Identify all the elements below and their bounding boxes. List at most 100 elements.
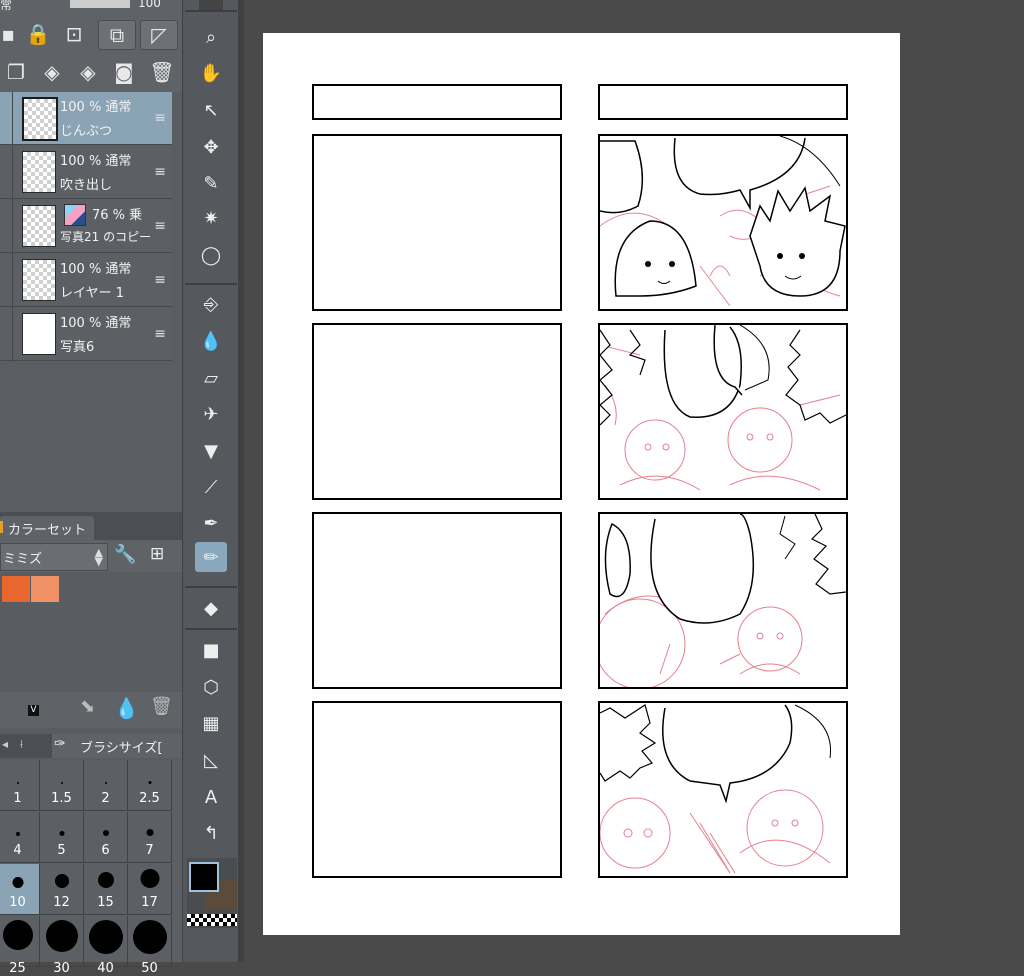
trash-icon[interactable]: 🗑 bbox=[148, 58, 176, 86]
operation-tool[interactable]: ↖ bbox=[195, 95, 227, 125]
layer-thumbnail bbox=[22, 151, 56, 193]
tab-color-set[interactable]: カラーセット bbox=[0, 516, 94, 540]
add-color-icon[interactable]: ⬊ bbox=[80, 696, 95, 717]
blend-mode-label[interactable]: 常 bbox=[0, 0, 12, 13]
layer-menu-icon[interactable]: ≡ bbox=[154, 326, 166, 342]
trash-icon[interactable]: 🗑 bbox=[150, 696, 173, 717]
brush-size-cell[interactable]: 7 bbox=[128, 812, 172, 863]
layer-menu-icon[interactable]: ≡ bbox=[154, 272, 166, 288]
color-set-settings-icon[interactable]: ⊞ bbox=[150, 544, 164, 564]
panel-frame[interactable] bbox=[312, 134, 562, 311]
auto-select-tool[interactable]: ✷ bbox=[195, 203, 227, 233]
layer-row-photo6[interactable]: 100 % 通常 写真6 ≡ bbox=[0, 308, 172, 361]
lock-transparent-icon[interactable]: ⊡ bbox=[60, 20, 88, 48]
lock-icon[interactable]: 🔒 bbox=[24, 20, 52, 48]
tab-icon-b[interactable]: ⟊ bbox=[20, 737, 23, 752]
brush-size-cell[interactable]: 15 bbox=[84, 864, 128, 915]
manuscript-page[interactable] bbox=[263, 33, 900, 935]
eraser-tool[interactable]: ▱ bbox=[195, 363, 227, 393]
layer-action-bar: ❐ ◈ ◈ ◙ 🗑 bbox=[0, 54, 182, 93]
color-swatch[interactable] bbox=[2, 576, 30, 602]
move-layer-tool[interactable]: ✥ bbox=[195, 132, 227, 162]
reference-layer-button[interactable]: ◸ bbox=[140, 20, 178, 50]
pen-tool[interactable]: ✒ bbox=[195, 508, 227, 538]
tool-top-partial bbox=[199, 0, 223, 10]
brush-size-preview bbox=[15, 832, 20, 836]
panel-frame[interactable] bbox=[312, 323, 562, 500]
layer-row-fukidashi[interactable]: 100 % 通常 吹き出し ≡ bbox=[0, 146, 172, 199]
brush-size-cell[interactable]: 2.5 bbox=[128, 760, 172, 811]
layer-menu-icon[interactable]: ≡ bbox=[154, 164, 166, 180]
mask-icon[interactable]: ◙ bbox=[110, 58, 138, 86]
figure-tool[interactable]: ⬡ bbox=[195, 672, 227, 702]
pin-icon[interactable]: ▪ bbox=[0, 20, 22, 48]
frame-border-tool[interactable]: ▦ bbox=[195, 708, 227, 738]
ruler-tool[interactable]: ◺ bbox=[195, 745, 227, 775]
brush-size-grid: 1 1.5 2 2.5 4 5 6 7 10 12 15 17 25 30 40 50 bbox=[0, 760, 182, 976]
zoom-tool[interactable]: ⌕ bbox=[195, 22, 227, 52]
wrench-icon[interactable]: 🔧 bbox=[114, 544, 136, 565]
brush-size-cell[interactable]: 17 bbox=[128, 864, 172, 915]
lasso-tool[interactable]: ◯ bbox=[195, 240, 227, 270]
layer-row-layer1[interactable]: 100 % 通常 レイヤー 1 ≡ bbox=[0, 254, 172, 307]
brush-size-preview bbox=[12, 877, 23, 888]
brush-size-cell[interactable]: 25 bbox=[0, 916, 40, 976]
add-drop-icon[interactable]: 💧 bbox=[114, 696, 139, 720]
brush-size-cell[interactable]: 4 bbox=[0, 812, 40, 863]
fill-tool[interactable]: ◆ bbox=[195, 593, 227, 623]
merge-down-icon[interactable]: ◈ bbox=[74, 58, 102, 86]
transfer-down-icon[interactable]: ◈ bbox=[38, 58, 66, 86]
brush-size-cell[interactable]: 2 bbox=[84, 760, 128, 811]
panel-frame[interactable] bbox=[312, 512, 562, 689]
tab-marker bbox=[0, 521, 3, 533]
tab-label: カラーセット bbox=[8, 523, 87, 538]
clip-layer-button[interactable]: ⧉ bbox=[98, 20, 136, 50]
hand-tool[interactable]: ✋ bbox=[195, 58, 227, 88]
panel-frame-sketch-2[interactable] bbox=[598, 323, 848, 500]
tab-brush-size[interactable]: ✑ ブラシサイズ[ bbox=[52, 734, 182, 758]
brush-size-cell[interactable]: 5 bbox=[40, 812, 84, 863]
color-set-header: ミミズ ▲ ▼ 🔧 ⊞ bbox=[0, 540, 182, 572]
color-set-select[interactable]: ミミズ ▲ ▼ bbox=[0, 543, 108, 571]
brush-size-cell[interactable]: 30 bbox=[40, 916, 84, 976]
main-color-swatch[interactable] bbox=[189, 862, 219, 892]
gradient-tool[interactable]: ■ bbox=[195, 635, 227, 665]
blend-tool[interactable]: 💧 bbox=[195, 326, 227, 356]
panel-frame[interactable] bbox=[312, 701, 562, 878]
title-frame-right[interactable] bbox=[598, 84, 848, 120]
marker-tool[interactable]: ▼ bbox=[195, 436, 227, 466]
brush-size-preview bbox=[16, 782, 19, 784]
tab-icon-a[interactable]: ◂ bbox=[2, 737, 8, 751]
panel-frame-sketch-4[interactable] bbox=[598, 701, 848, 878]
panel-splitter[interactable] bbox=[238, 0, 244, 962]
brush-size-cell[interactable]: 50 bbox=[128, 916, 172, 976]
airbrush-tool[interactable]: ✈ bbox=[195, 399, 227, 429]
panel-frame-sketch-1[interactable] bbox=[598, 134, 848, 311]
panel-artwork bbox=[600, 136, 846, 307]
layer-name: レイヤー 1 bbox=[60, 286, 125, 301]
brush-tool[interactable]: ⟋ bbox=[195, 472, 227, 502]
balloon-tool[interactable]: ↰ bbox=[195, 818, 227, 848]
transparent-color-swatch[interactable] bbox=[187, 914, 237, 926]
layer-row-photo21-copy[interactable]: 76 % 乗 写真21 のコピー ≡ bbox=[0, 200, 172, 253]
text-tool[interactable]: A bbox=[195, 782, 227, 812]
brush-size-cell[interactable]: 1.5 bbox=[40, 760, 84, 811]
pencil-tool[interactable]: ✏ bbox=[195, 542, 227, 572]
opacity-value[interactable]: 100 bbox=[138, 0, 161, 10]
brush-size-cell[interactable]: 6 bbox=[84, 812, 128, 863]
layer-menu-icon[interactable]: ≡ bbox=[154, 218, 166, 234]
opacity-slider[interactable] bbox=[70, 0, 130, 8]
brush-size-cell[interactable]: 10 bbox=[0, 864, 40, 915]
new-layer-icon[interactable]: ❐ bbox=[2, 58, 30, 86]
layer-menu-icon[interactable]: ≡ bbox=[154, 110, 166, 126]
selection-pen-tool[interactable]: ✎ bbox=[195, 168, 227, 198]
layer-row-jinbutsu[interactable]: 100 % 通常 じんぶつ ≡ bbox=[0, 92, 172, 145]
brush-size-cell[interactable]: 40 bbox=[84, 916, 128, 976]
eyedropper-tool[interactable]: ⎆ bbox=[195, 289, 227, 319]
brush-size-cell[interactable]: 1 bbox=[0, 760, 40, 811]
layer-name: 写真6 bbox=[60, 340, 95, 355]
title-frame-left[interactable] bbox=[312, 84, 562, 120]
panel-frame-sketch-3[interactable] bbox=[598, 512, 848, 689]
color-swatch[interactable] bbox=[31, 576, 59, 602]
brush-size-cell[interactable]: 12 bbox=[40, 864, 84, 915]
